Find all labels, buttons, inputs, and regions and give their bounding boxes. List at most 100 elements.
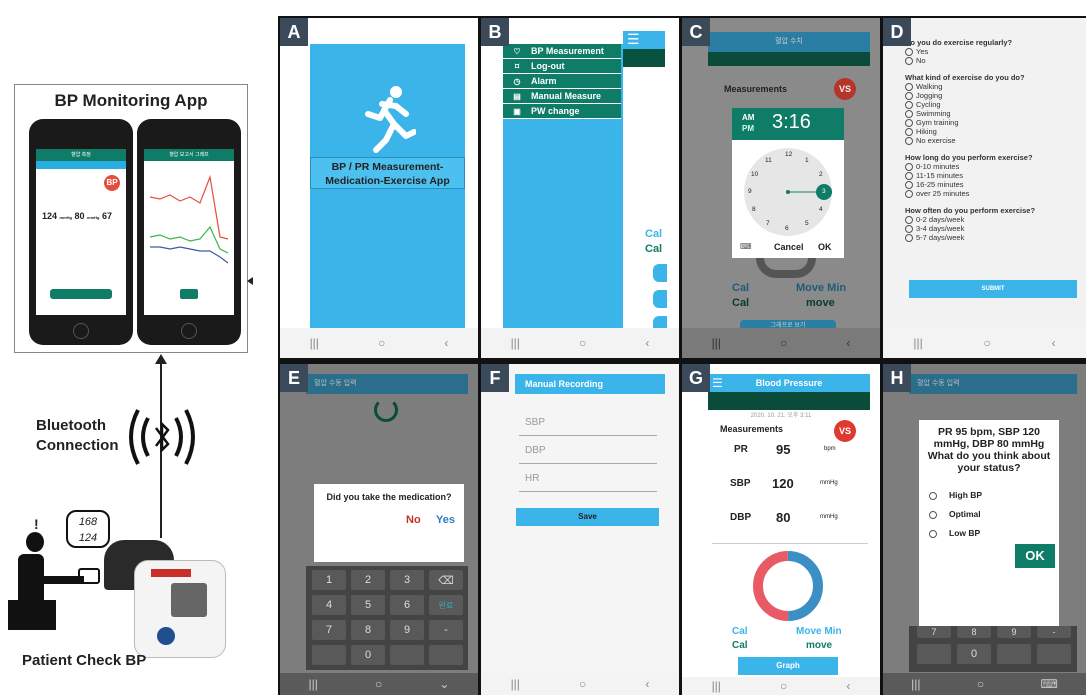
back-icon[interactable]: ⌄ <box>439 677 449 691</box>
menu-alarm[interactable]: ◷ Alarm <box>503 74 621 89</box>
option[interactable]: Walking <box>905 82 1081 92</box>
option[interactable]: Yes <box>905 47 1081 57</box>
key-7[interactable]: 7 <box>312 620 346 640</box>
status-dialog: PR 95 bpm, SBP 120 mmHg, DBP 80 mmHg Wha… <box>919 420 1059 626</box>
option[interactable]: 3-4 days/week <box>905 224 1081 234</box>
option[interactable]: 0-2 days/week <box>905 215 1081 225</box>
dbp-field[interactable]: DBP <box>519 442 657 464</box>
ok-button[interactable]: OK <box>1015 544 1055 568</box>
recent-apps-icon[interactable]: ||| <box>913 336 922 350</box>
key-blank[interactable] <box>429 645 463 665</box>
key-6[interactable]: 6 <box>390 595 424 615</box>
pm-label[interactable]: PM <box>742 124 754 133</box>
option[interactable]: Jogging <box>905 91 1081 101</box>
back-icon[interactable]: ‹ <box>846 679 850 693</box>
recent-apps-icon[interactable]: ||| <box>511 677 520 691</box>
home-icon[interactable]: ○ <box>579 336 586 350</box>
sbp-field[interactable]: SBP <box>519 414 657 436</box>
ok-button[interactable]: OK <box>818 242 832 252</box>
key-blank[interactable] <box>1037 644 1071 664</box>
option[interactable]: Hiking <box>905 127 1081 137</box>
key-9[interactable]: 9 <box>997 626 1031 638</box>
backspace-key[interactable]: ⌫ <box>429 570 463 590</box>
option[interactable]: 16-25 minutes <box>905 180 1081 190</box>
key-minus[interactable]: - <box>429 620 463 640</box>
key-0[interactable]: 0 <box>351 645 385 665</box>
back-icon[interactable]: ‹ <box>846 336 850 350</box>
time-display[interactable]: 3:16 <box>772 111 811 134</box>
recent-apps-icon[interactable]: ||| <box>310 336 319 350</box>
vs-badge[interactable]: VS <box>834 420 856 442</box>
cancel-button[interactable]: Cancel <box>774 242 804 252</box>
key-blank[interactable] <box>312 645 346 665</box>
phone2-button[interactable] <box>180 289 198 299</box>
recent-apps-icon[interactable]: ||| <box>911 677 920 691</box>
recent-apps-icon[interactable]: ||| <box>712 336 721 350</box>
nav-bar: ||| ○ ‹ <box>682 328 880 358</box>
done-key[interactable]: 완료 <box>429 595 463 615</box>
back-icon[interactable]: ‹ <box>645 677 649 691</box>
key-blank[interactable] <box>390 645 424 665</box>
keyboard-toggle-icon[interactable]: ⌨ <box>740 242 752 251</box>
hr-field[interactable]: HR <box>519 470 657 492</box>
back-icon[interactable]: ‹ <box>444 336 448 350</box>
home-icon[interactable]: ○ <box>977 677 984 691</box>
graph-button[interactable]: Graph <box>738 657 838 675</box>
header-bar: Blood Pressure <box>708 374 870 392</box>
key-1[interactable]: 1 <box>312 570 346 590</box>
option[interactable]: Swimming <box>905 109 1081 119</box>
phone1-button[interactable] <box>50 289 112 299</box>
header-bar: 혈압 수동 입력 <box>909 374 1077 394</box>
menu-manual-measure[interactable]: ▤ Manual Measure <box>503 89 621 104</box>
menu-bp-measurement[interactable]: ♡ BP Measurement <box>503 44 621 59</box>
option[interactable]: No exercise <box>905 136 1081 146</box>
option[interactable]: 5-7 days/week <box>905 233 1081 243</box>
panel-label-b: B <box>481 18 509 46</box>
home-icon[interactable]: ○ <box>378 336 385 350</box>
hamburger-icon[interactable]: ☰ <box>623 31 665 49</box>
key-8[interactable]: 8 <box>957 626 991 638</box>
option-high-bp[interactable]: High BP <box>929 490 982 500</box>
home-icon[interactable]: ○ <box>780 336 787 350</box>
key-2[interactable]: 2 <box>351 570 385 590</box>
recent-apps-icon[interactable]: ||| <box>712 679 721 693</box>
key-9[interactable]: 9 <box>390 620 424 640</box>
option[interactable]: Cycling <box>905 100 1081 110</box>
key-5[interactable]: 5 <box>351 595 385 615</box>
home-icon[interactable]: ○ <box>780 679 787 693</box>
key-3[interactable]: 3 <box>390 570 424 590</box>
app-frame: BP Monitoring App 혈압 측정 BP 124 mmHg 80 m… <box>14 84 248 353</box>
key-7[interactable]: 7 <box>917 626 951 638</box>
yes-button[interactable]: Yes <box>436 514 455 526</box>
key-8[interactable]: 8 <box>351 620 385 640</box>
submit-button[interactable]: SUBMIT <box>909 280 1077 298</box>
key-blank[interactable] <box>917 644 951 664</box>
option-optimal[interactable]: Optimal <box>929 509 981 519</box>
back-icon[interactable]: ‹ <box>1052 336 1056 350</box>
option[interactable]: Gym training <box>905 118 1081 128</box>
no-button[interactable]: No <box>406 514 421 526</box>
key-blank[interactable] <box>997 644 1031 664</box>
hamburger-icon[interactable]: ☰ <box>712 374 723 392</box>
home-icon[interactable]: ○ <box>984 336 991 350</box>
option[interactable]: 0-10 minutes <box>905 162 1081 172</box>
menu-log-out[interactable]: ⌑ Log-out <box>503 59 621 74</box>
pr-value: 95 <box>776 442 791 457</box>
option[interactable]: No <box>905 56 1081 66</box>
keyboard-hide-icon[interactable]: ⌨ <box>1040 677 1057 691</box>
home-icon[interactable]: ○ <box>579 677 586 691</box>
recent-apps-icon[interactable]: ||| <box>309 677 318 691</box>
phone2-title: 혈압 보고서 그래프 <box>144 149 234 161</box>
option[interactable]: over 25 minutes <box>905 189 1081 199</box>
key-minus[interactable]: - <box>1037 626 1071 638</box>
key-0[interactable]: 0 <box>957 644 991 664</box>
am-label[interactable]: AM <box>742 113 754 122</box>
key-4[interactable]: 4 <box>312 595 346 615</box>
menu-pw-change[interactable]: ▣ PW change <box>503 104 621 119</box>
option-low-bp[interactable]: Low BP <box>929 528 980 538</box>
back-icon[interactable]: ‹ <box>645 336 649 350</box>
save-button[interactable]: Save <box>516 508 659 526</box>
home-icon[interactable]: ○ <box>375 677 382 691</box>
recent-apps-icon[interactable]: ||| <box>511 336 520 350</box>
option[interactable]: 11-15 minutes <box>905 171 1081 181</box>
